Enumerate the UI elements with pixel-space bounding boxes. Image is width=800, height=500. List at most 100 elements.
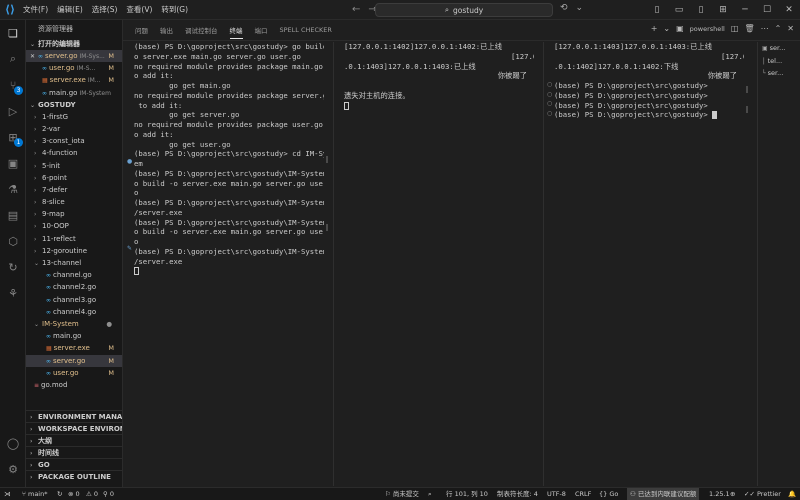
open-editors-header[interactable]: ⌄ 打开的编辑器 (26, 38, 122, 50)
close-icon[interactable]: ✕ (787, 24, 794, 33)
tab-size[interactable]: 制表符长度: 4 (497, 488, 538, 500)
chevron-down-icon[interactable]: ⌄ (576, 3, 584, 13)
toggle-panel-icon[interactable]: ▭ (668, 0, 690, 20)
terminal-tab-item[interactable]: └ ser... (758, 67, 800, 80)
folder-item[interactable]: › 10-OOP (26, 220, 122, 232)
chevron-up-icon[interactable]: ⌃ (775, 24, 782, 33)
terminal-split-divider[interactable] (333, 42, 334, 486)
split-terminal-icon[interactable]: ◫ (731, 24, 739, 33)
folder-item[interactable]: › 5-init (26, 160, 122, 172)
extensions-icon[interactable]: ⊞ 1 (4, 128, 23, 147)
open-editor-item[interactable]: ✕ ∞ server.go IM-Sys... M (26, 50, 122, 63)
tab-ports[interactable]: 端口 (255, 25, 268, 35)
close-icon[interactable]: ✕ (778, 0, 800, 20)
menu-view[interactable]: 查看(V) (126, 4, 152, 15)
account-icon[interactable]: ◯ (4, 434, 22, 452)
trash-icon[interactable]: 🗑 (744, 24, 754, 33)
project-icon[interactable]: ⚘ (4, 284, 22, 302)
tab-problems[interactable]: 问题 (135, 25, 148, 35)
folder-item[interactable]: › 8-slice (26, 196, 122, 208)
more-actions-icon[interactable]: ⋯ (761, 24, 769, 33)
folder-item[interactable]: › 6-point (26, 172, 122, 184)
encoding[interactable]: UTF-8 (547, 488, 566, 500)
command-decoration-icon[interactable]: ○ (547, 81, 552, 88)
folder-item[interactable]: › 9-map (26, 208, 122, 220)
command-decoration-icon[interactable]: ✎ (127, 245, 132, 252)
file-item[interactable]: ∞ user.go M (26, 367, 122, 379)
terminal-pane-3[interactable]: [127.0.0.1:1403]127.0.0.1:1403:已上线 [127.… (554, 42, 744, 486)
folder-item[interactable]: › 2-var (26, 123, 122, 135)
command-decoration-icon[interactable]: ○ (547, 100, 552, 107)
folder-item[interactable]: › 7-defer (26, 184, 122, 196)
go-version[interactable]: 1.25.1 (709, 488, 730, 500)
folder-item[interactable]: › 4-function (26, 147, 122, 159)
open-editor-item[interactable]: ∞ main.go IM-System (26, 87, 122, 99)
line-ending[interactable]: CRLF (575, 488, 591, 500)
command-search-box[interactable]: ⌕ gostudy (375, 3, 553, 17)
notifications-bell-icon[interactable]: 🔔 (788, 488, 796, 500)
package-outline-section[interactable]: › PACKAGE OUTLINE (26, 470, 122, 482)
open-editor-item[interactable]: ▦ server.exe IM... M (26, 74, 122, 86)
menu-go[interactable]: 转到(G) (161, 4, 188, 15)
remote-indicator-icon[interactable]: ⋊ (4, 488, 11, 500)
shell-name[interactable]: powershell (690, 25, 725, 33)
terminal-pane-2[interactable]: [127.0.0.1:1402]127.0.0.1:1402:已上线 [127.… (344, 42, 534, 486)
close-icon[interactable]: ✕ (30, 53, 35, 60)
menu-file[interactable]: 文件(F) (23, 4, 48, 15)
folder-item[interactable]: › 1-firstG (26, 111, 122, 123)
command-decoration-icon[interactable]: ○ (547, 110, 552, 117)
outline-section[interactable]: › 大纲 (26, 434, 122, 446)
tab-spell-checker[interactable]: SPELL CHECKER (280, 26, 332, 34)
file-item[interactable]: ∞ main.go (26, 330, 122, 342)
git-graph-icon[interactable]: ↻ (4, 258, 22, 276)
docker-icon[interactable]: ⬡ (4, 232, 22, 250)
prettier-status[interactable]: ✓✓ Prettier (744, 488, 781, 500)
tab-output[interactable]: 输出 (160, 25, 173, 35)
timeline-section[interactable]: › 时间线 (26, 446, 122, 458)
workspace-environments-section[interactable]: ›WORKSPACE ENVIRONME... (26, 422, 122, 434)
file-item[interactable]: ▦ server.exe M (26, 342, 122, 354)
copilot-quota-status[interactable]: ⚇ 已达到内联建议配额 (627, 488, 700, 500)
zoom-icon[interactable]: ⌕ (428, 488, 432, 500)
folder-item[interactable]: › 3-const_iota (26, 135, 122, 147)
tab-debug-console[interactable]: 调试控制台 (185, 25, 218, 35)
settings-gear-icon[interactable]: ⚙ (4, 460, 22, 478)
remote-explorer-icon[interactable]: ▣ (4, 154, 22, 172)
file-item[interactable]: ∞ channel3.go (26, 294, 122, 306)
terminal-tab-item[interactable]: ▣ ser... (758, 42, 800, 55)
cursor-position[interactable]: 行 101, 列 10 (446, 488, 488, 500)
back-icon[interactable]: ← (352, 4, 360, 15)
workspace-root-header[interactable]: ⌄ GOSTUDY (26, 99, 122, 111)
chevron-down-icon[interactable]: ⌄ (663, 24, 670, 33)
go-version-icon[interactable]: ⊕ (730, 488, 735, 500)
sync-icon[interactable]: ↻ (57, 488, 62, 500)
command-decoration-icon[interactable]: ● (127, 158, 132, 165)
run-debug-icon[interactable]: ▷ (4, 102, 22, 120)
source-control-icon[interactable]: ⑂ 3 (4, 76, 23, 95)
commit-status[interactable]: ⚐ 尚未提交 (385, 488, 419, 500)
terminal-tab-item[interactable]: │ tel... (758, 55, 800, 68)
menu-selection[interactable]: 选择(S) (92, 4, 118, 15)
folder-item[interactable]: ⌄ 13-channel (26, 257, 122, 269)
menu-edit[interactable]: 编辑(E) (57, 4, 83, 15)
terminal-pane-1[interactable]: (base) PS D:\goproject\src\gostudy> go b… (134, 42, 324, 486)
environment-managers-section[interactable]: ›ENVIRONMENT MANAGE... (26, 410, 122, 422)
maximize-icon[interactable]: ☐ (756, 0, 778, 20)
branch-status[interactable]: ⑂ main* (22, 488, 47, 500)
ports-status[interactable]: ⚲ 0 (103, 488, 114, 500)
search-icon[interactable]: ⌕ (4, 50, 22, 68)
new-terminal-icon[interactable]: + (651, 24, 658, 33)
folder-item[interactable]: › 11-reflect (26, 233, 122, 245)
folder-item[interactable]: ⌄ IM-System ● (26, 318, 122, 330)
command-decoration-icon[interactable]: ○ (547, 91, 552, 98)
file-item[interactable]: ≡ go.mod (26, 379, 122, 391)
minimize-icon[interactable]: ─ (734, 0, 756, 20)
go-section[interactable]: › GO (26, 458, 122, 470)
language-mode[interactable]: {} Go (599, 488, 618, 500)
terminal-split-divider[interactable] (543, 42, 544, 486)
file-item-selected[interactable]: ∞ server.go M (26, 354, 122, 367)
file-item[interactable]: ∞ channel.go (26, 269, 122, 281)
copilot-icon[interactable]: ⟲ (560, 3, 568, 13)
open-editor-item[interactable]: ∞ user.go IM-S... M (26, 62, 122, 74)
explorer-icon[interactable]: ❏ (4, 24, 22, 42)
